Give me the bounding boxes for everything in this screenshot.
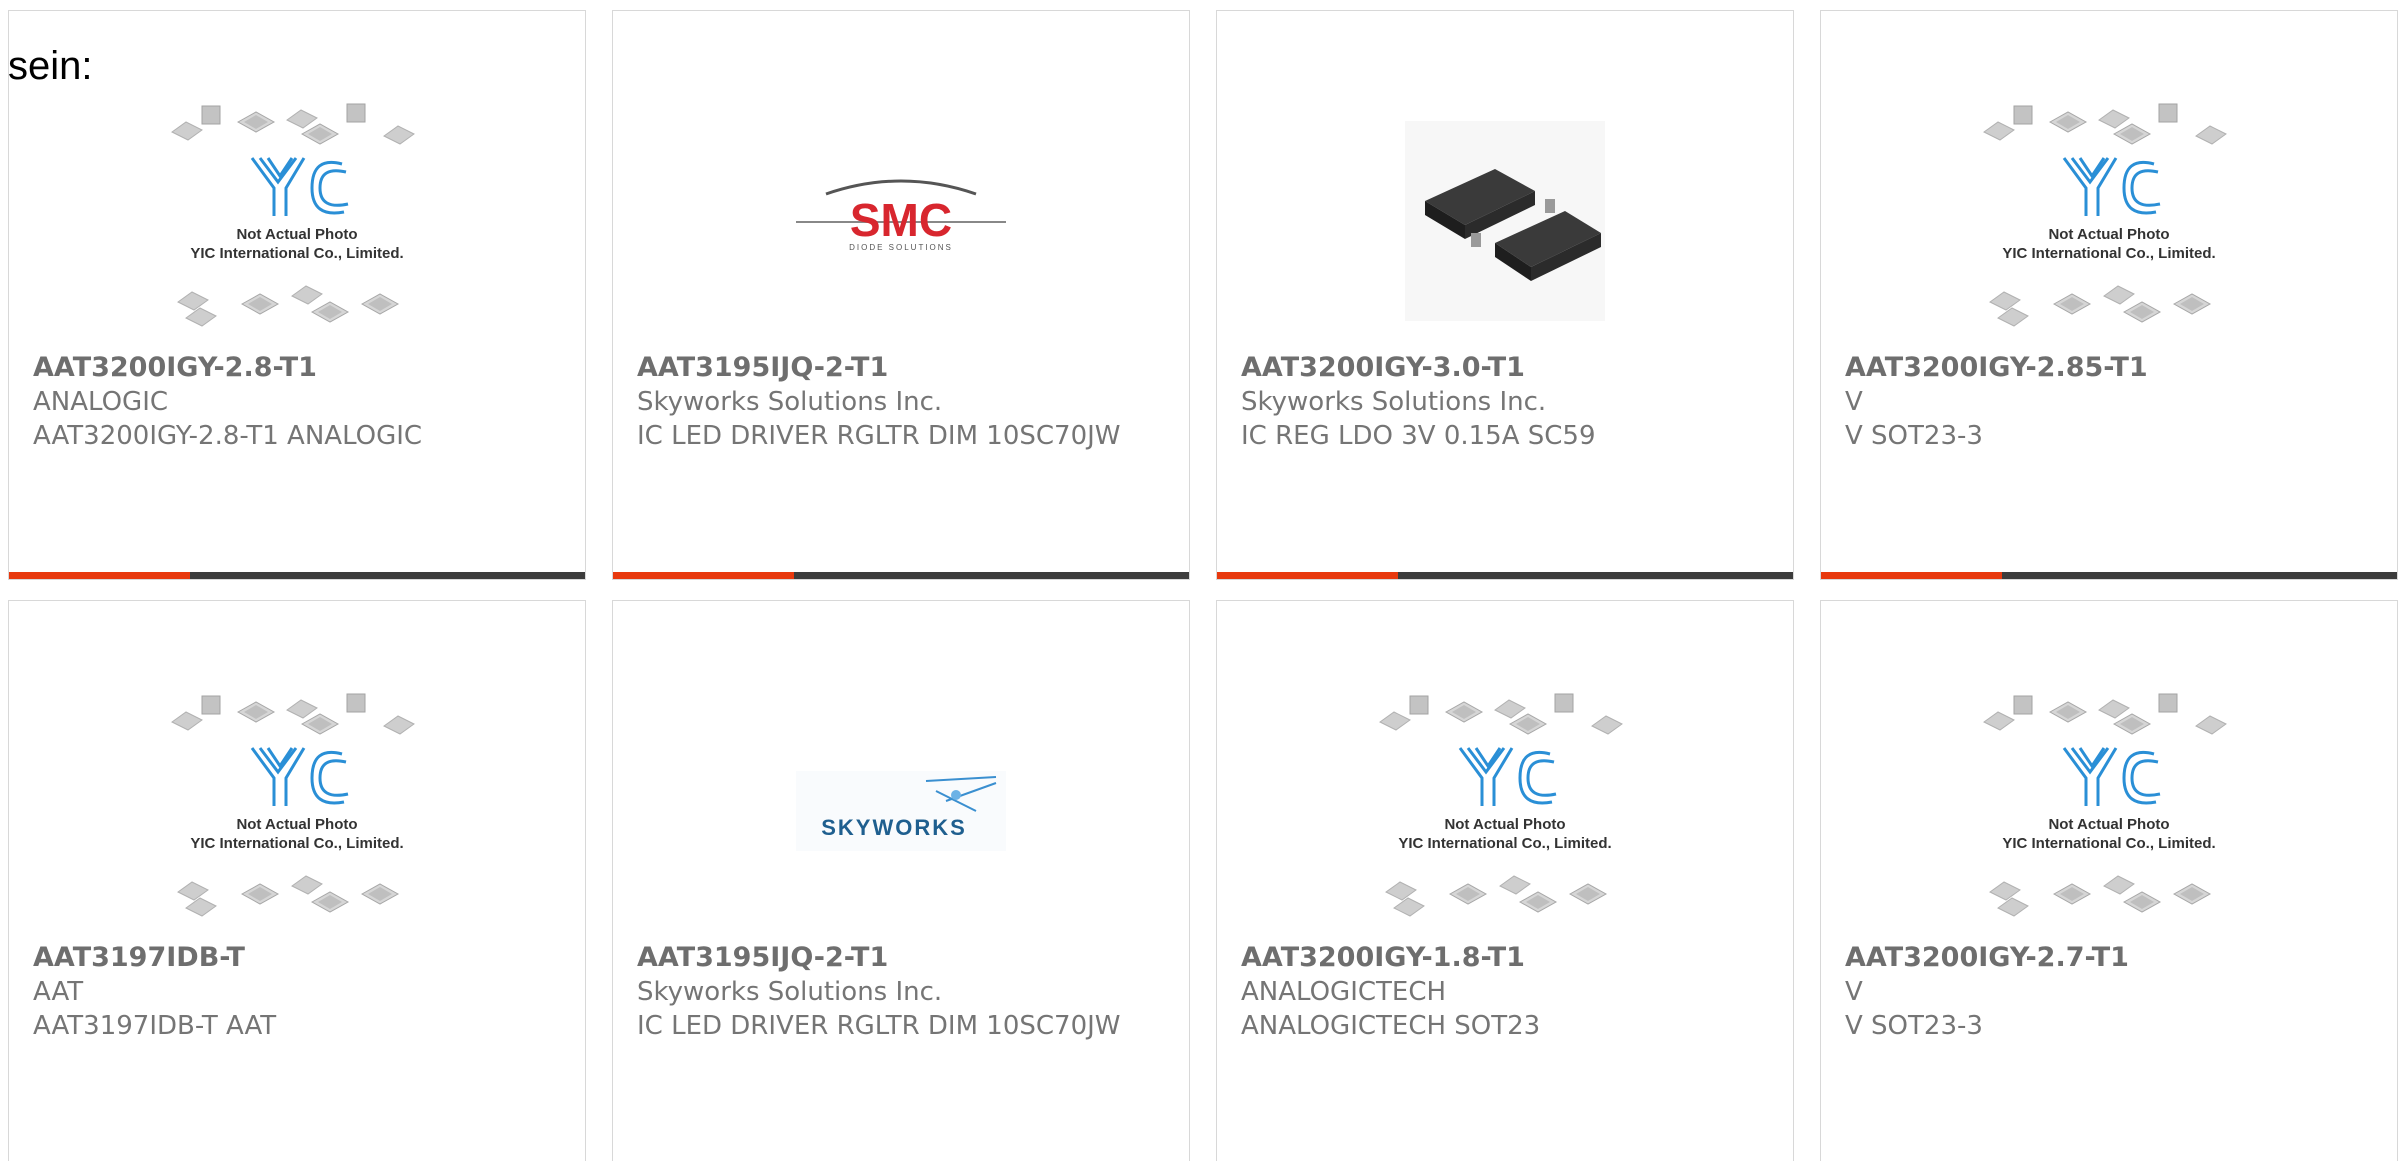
product-card[interactable]: SKYWORKS AAT3195IJQ-2-T1 Skyworks Soluti…: [612, 600, 1190, 1161]
product-info: AAT3200IGY-2.7-T1 V V SOT23-3: [1845, 941, 2377, 1043]
yic-company-text: YIC International Co., Limited.: [190, 245, 403, 262]
manufacturer: Skyworks Solutions Inc.: [637, 977, 943, 1007]
yic-company-text: YIC International Co., Limited.: [1398, 835, 1611, 852]
yic-placeholder-image: Not Actual Photo YIC International Co., …: [1983, 103, 2227, 327]
product-info: AAT3200IGY-2.85-T1 V V SOT23-3: [1845, 351, 2377, 453]
page: sein: Not Actual Photo YIC International…: [0, 0, 2400, 1161]
yic-placeholder-image: Not Actual Photo YIC International Co., …: [171, 693, 415, 917]
yic-company-text: YIC International Co., Limited.: [190, 835, 403, 852]
yic-company-text: YIC International Co., Limited.: [2002, 835, 2215, 852]
card-bottom-bar: [1821, 572, 2397, 579]
product-grid: Not Actual Photo YIC International Co., …: [8, 10, 2398, 1161]
description: AAT3197IDB-T AAT: [33, 1011, 277, 1041]
product-card[interactable]: SMC DIODE SOLUTIONS AAT3195IJQ-2-T1 Skyw…: [612, 10, 1190, 580]
manufacturer: ANALOGICTECH: [1241, 977, 1447, 1007]
part-number-link[interactable]: AAT3197IDB-T: [33, 941, 565, 975]
product-image[interactable]: SMC DIODE SOLUTIONS: [613, 93, 1189, 349]
yic-logo: [2062, 747, 2161, 806]
yic-placeholder-image: Not Actual Photo YIC International Co., …: [171, 103, 415, 327]
part-number-link[interactable]: AAT3195IJQ-2-T1: [637, 351, 1169, 385]
accent-segment: [1217, 572, 1399, 579]
yic-company-text: YIC International Co., Limited.: [2002, 245, 2215, 262]
product-info: AAT3197IDB-T AAT AAT3197IDB-T AAT: [33, 941, 565, 1043]
svg-text:SKYWORKS: SKYWORKS: [821, 815, 967, 840]
description: AAT3200IGY-2.8-T1 ANALOGIC: [33, 421, 423, 451]
product-image[interactable]: SKYWORKS: [613, 683, 1189, 939]
description: ANALOGICTECH SOT23: [1241, 1011, 1541, 1041]
manufacturer: Skyworks Solutions Inc.: [637, 387, 943, 417]
product-card[interactable]: Not Actual Photo YIC International Co., …: [1820, 10, 2398, 580]
product-info: AAT3200IGY-1.8-T1 ANALOGICTECH ANALOGICT…: [1241, 941, 1773, 1043]
svg-text:SMC: SMC: [850, 194, 952, 246]
yic-logo: [1458, 747, 1557, 806]
product-info: AAT3195IJQ-2-T1 Skyworks Solutions Inc. …: [637, 941, 1169, 1043]
yic-logo: [2062, 157, 2161, 216]
product-image[interactable]: Not Actual Photo YIC International Co., …: [1821, 683, 2397, 939]
not-actual-photo-text: Not Actual Photo: [1444, 816, 1565, 833]
part-number-link[interactable]: AAT3200IGY-1.8-T1: [1241, 941, 1773, 975]
skyworks-logo: SKYWORKS: [796, 771, 1006, 851]
manufacturer: Skyworks Solutions Inc.: [1241, 387, 1547, 417]
card-bottom-bar: [1217, 572, 1793, 579]
manufacturer: V: [1845, 977, 1863, 1007]
yic-placeholder-image: Not Actual Photo YIC International Co., …: [1983, 693, 2227, 917]
part-number-link[interactable]: AAT3195IJQ-2-T1: [637, 941, 1169, 975]
product-image[interactable]: Not Actual Photo YIC International Co., …: [1217, 683, 1793, 939]
accent-segment: [9, 572, 191, 579]
product-image[interactable]: [1217, 93, 1793, 349]
product-info: AAT3195IJQ-2-T1 Skyworks Solutions Inc. …: [637, 351, 1169, 453]
not-actual-photo-text: Not Actual Photo: [236, 816, 357, 833]
not-actual-photo-text: Not Actual Photo: [2048, 226, 2169, 243]
product-image[interactable]: Not Actual Photo YIC International Co., …: [9, 93, 585, 349]
description: V SOT23-3: [1845, 1011, 1983, 1041]
manufacturer: ANALOGIC: [33, 387, 169, 417]
product-card[interactable]: AAT3200IGY-3.0-T1 Skyworks Solutions Inc…: [1216, 10, 1794, 580]
product-image[interactable]: Not Actual Photo YIC International Co., …: [1821, 93, 2397, 349]
manufacturer: AAT: [33, 977, 84, 1007]
part-number-link[interactable]: AAT3200IGY-2.7-T1: [1845, 941, 2377, 975]
product-card[interactable]: Not Actual Photo YIC International Co., …: [8, 10, 586, 580]
svg-text:DIODE SOLUTIONS: DIODE SOLUTIONS: [849, 243, 953, 252]
yic-placeholder-image: Not Actual Photo YIC International Co., …: [1379, 693, 1623, 917]
product-card[interactable]: Not Actual Photo YIC International Co., …: [1820, 600, 2398, 1161]
not-actual-photo-text: Not Actual Photo: [236, 226, 357, 243]
description: V SOT23-3: [1845, 421, 1983, 451]
card-bottom-bar: [613, 572, 1189, 579]
description: IC LED DRIVER RGLTR DIM 10SC70JW: [637, 1011, 1121, 1041]
description: IC LED DRIVER RGLTR DIM 10SC70JW: [637, 421, 1121, 451]
smc-logo: SMC DIODE SOLUTIONS: [796, 179, 1006, 252]
product-card[interactable]: Not Actual Photo YIC International Co., …: [1216, 600, 1794, 1161]
description: IC REG LDO 3V 0.15A SC59: [1241, 421, 1596, 451]
product-card[interactable]: Not Actual Photo YIC International Co., …: [8, 600, 586, 1161]
not-actual-photo-text: Not Actual Photo: [2048, 816, 2169, 833]
manufacturer: V: [1845, 387, 1863, 417]
sot23-photo: [1405, 121, 1605, 321]
product-info: AAT3200IGY-2.8-T1 ANALOGIC AAT3200IGY-2.…: [33, 351, 565, 453]
product-image[interactable]: Not Actual Photo YIC International Co., …: [9, 683, 585, 939]
yic-logo: [250, 747, 349, 806]
yic-logo: [250, 157, 349, 216]
accent-segment: [1821, 572, 2003, 579]
part-number-link[interactable]: AAT3200IGY-3.0-T1: [1241, 351, 1773, 385]
product-info: AAT3200IGY-3.0-T1 Skyworks Solutions Inc…: [1241, 351, 1773, 453]
part-number-link[interactable]: AAT3200IGY-2.8-T1: [33, 351, 565, 385]
accent-segment: [613, 572, 795, 579]
section-heading: sein:: [8, 44, 93, 88]
part-number-link[interactable]: AAT3200IGY-2.85-T1: [1845, 351, 2377, 385]
card-bottom-bar: [9, 572, 585, 579]
